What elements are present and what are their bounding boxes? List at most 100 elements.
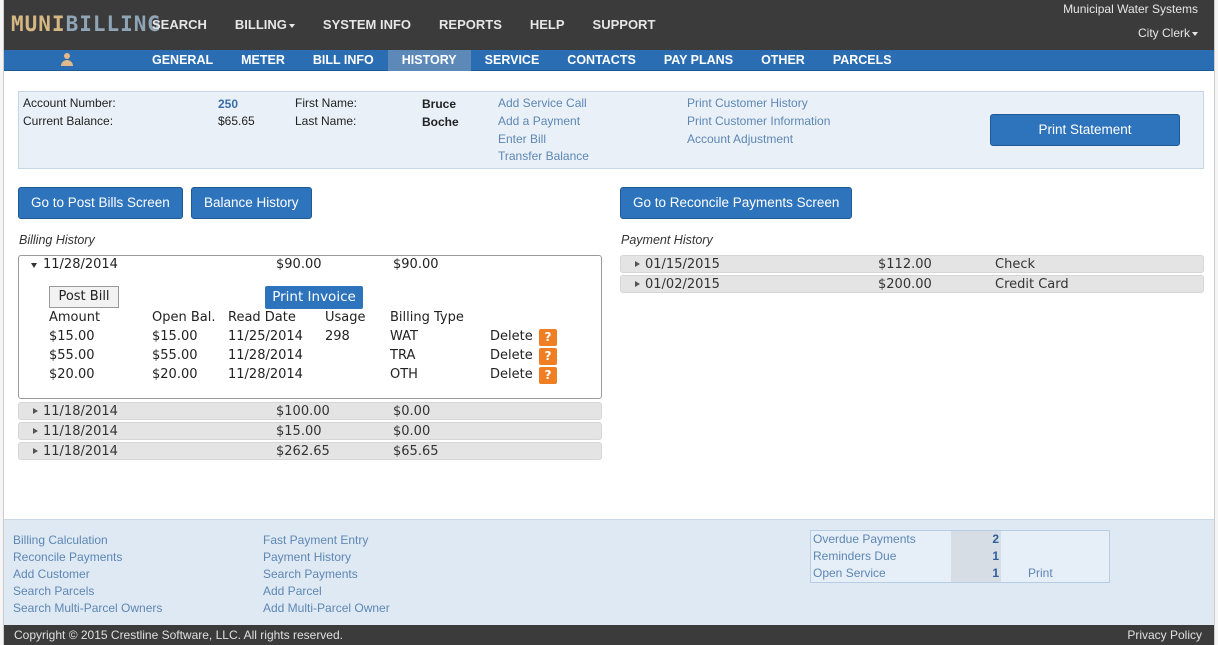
open-service-link[interactable]: Open Service	[813, 565, 886, 582]
help-icon[interactable]: ?	[539, 367, 557, 384]
triangle-right-icon	[33, 448, 38, 454]
delete-link[interactable]: Delete	[490, 329, 533, 344]
reconcile-payments-screen-button[interactable]: Go to Reconcile Payments Screen	[620, 187, 853, 219]
top-bar: MUNI BILLING SEARCH BILLING SYSTEM INFO R…	[4, 0, 1214, 50]
first-name-value: Bruce	[422, 97, 457, 111]
tab-parcels[interactable]: PARCELS	[819, 50, 906, 71]
row-open: $20.00	[152, 367, 198, 382]
billing-history: 11/28/2014 $90.00 $90.00 Post Bill Print…	[18, 255, 602, 460]
last-name-label: Last Name:	[295, 114, 357, 128]
nav-billing-label: BILLING	[234, 17, 287, 32]
open-service-print-link[interactable]: Print	[1028, 565, 1053, 582]
copyright-text: Copyright © 2015 Crestline Software, LLC…	[14, 628, 343, 642]
row-open: $15.00	[152, 329, 198, 344]
row-open: $55.00	[152, 348, 198, 363]
tab-meter[interactable]: METER	[227, 50, 299, 71]
col-billing-type: Billing Type	[390, 310, 464, 325]
search-multi-parcel-owners-link[interactable]: Search Multi-Parcel Owners	[13, 600, 162, 617]
add-payment-link[interactable]: Add a Payment	[498, 114, 580, 128]
row-amount: $20.00	[49, 367, 95, 382]
bill-amount: $90.00	[276, 257, 322, 272]
billing-entry-collapsed[interactable]: 11/18/2014 $262.65 $65.65	[18, 442, 602, 460]
add-service-call-link[interactable]: Add Service Call	[498, 96, 587, 110]
tab-service[interactable]: SERVICE	[471, 50, 554, 71]
balance-history-button[interactable]: Balance History	[191, 187, 312, 219]
reconcile-payments-link[interactable]: Reconcile Payments	[13, 549, 162, 566]
reminders-due-link[interactable]: Reminders Due	[813, 548, 896, 565]
bill-open: $90.00	[393, 257, 439, 272]
payment-date: 01/15/2015	[645, 257, 720, 272]
person-icon[interactable]	[60, 53, 74, 67]
add-multi-parcel-owner-link[interactable]: Add Multi-Parcel Owner	[263, 600, 390, 617]
add-customer-link[interactable]: Add Customer	[13, 566, 162, 583]
print-customer-information-link[interactable]: Print Customer Information	[687, 114, 830, 128]
payment-amount: $112.00	[878, 257, 932, 272]
row-read-date: 11/25/2014	[228, 329, 303, 344]
privacy-policy-link[interactable]: Privacy Policy	[1127, 625, 1202, 645]
col-amount: Amount	[49, 310, 101, 325]
stat-row: Open Service 1 Print	[811, 565, 1109, 582]
triangle-right-icon	[33, 408, 38, 414]
enter-bill-link[interactable]: Enter Bill	[498, 132, 546, 146]
delete-link[interactable]: Delete	[490, 367, 533, 382]
col-read-date: Read Date	[228, 310, 296, 325]
user-menu[interactable]: City Clerk	[1138, 26, 1198, 40]
org-name: Municipal Water Systems	[1063, 2, 1198, 16]
payment-history-link[interactable]: Payment History	[263, 549, 390, 566]
overdue-payments-link[interactable]: Overdue Payments	[813, 531, 916, 548]
bill-open: $65.65	[393, 444, 439, 459]
print-customer-history-link[interactable]: Print Customer History	[687, 96, 808, 110]
row-usage: 298	[325, 329, 350, 344]
tabs: GENERAL METER BILL INFO HISTORY SERVICE …	[138, 50, 906, 71]
billing-entry-collapsed[interactable]: 11/18/2014 $100.00 $0.00	[18, 402, 602, 420]
account-number-value[interactable]: 250	[218, 97, 238, 111]
tab-general[interactable]: GENERAL	[138, 50, 227, 71]
stat-row: Overdue Payments 2	[811, 531, 1109, 548]
payment-entry[interactable]: 01/02/2015 $200.00 Credit Card	[620, 275, 1204, 293]
overdue-payments-count: 2	[951, 531, 1001, 548]
account-panel: Account Number: 250 Current Balance: $65…	[18, 91, 1204, 169]
triangle-right-icon	[635, 261, 640, 267]
tab-other[interactable]: OTHER	[747, 50, 819, 71]
tab-contacts[interactable]: CONTACTS	[553, 50, 650, 71]
search-parcels-link[interactable]: Search Parcels	[13, 583, 162, 600]
nav-reports[interactable]: REPORTS	[425, 0, 516, 50]
nav-search[interactable]: SEARCH	[138, 0, 221, 50]
billing-entry-collapsed[interactable]: 11/18/2014 $15.00 $0.00	[18, 422, 602, 440]
nav-system-info[interactable]: SYSTEM INFO	[309, 0, 425, 50]
transfer-balance-link[interactable]: Transfer Balance	[498, 149, 589, 163]
post-bills-screen-button[interactable]: Go to Post Bills Screen	[18, 187, 183, 219]
tab-bill-info[interactable]: BILL INFO	[299, 50, 388, 71]
help-icon[interactable]: ?	[539, 348, 557, 365]
nav-billing[interactable]: BILLING	[221, 0, 309, 50]
caret-down-icon	[1192, 31, 1198, 36]
add-parcel-link[interactable]: Add Parcel	[263, 583, 390, 600]
payment-entry[interactable]: 01/15/2015 $112.00 Check	[620, 255, 1204, 273]
search-payments-link[interactable]: Search Payments	[263, 566, 390, 583]
billing-entry-header[interactable]: 11/28/2014 $90.00 $90.00	[19, 256, 601, 274]
account-adjustment-link[interactable]: Account Adjustment	[687, 132, 793, 146]
last-name-value: Boche	[422, 115, 459, 129]
current-balance-label: Current Balance:	[23, 114, 114, 128]
tab-pay-plans[interactable]: PAY PLANS	[650, 50, 747, 71]
help-icon[interactable]: ?	[539, 329, 557, 346]
triangle-down-icon	[31, 263, 37, 268]
tab-history[interactable]: HISTORY	[387, 50, 471, 71]
stat-row: Reminders Due 1	[811, 548, 1109, 565]
reminders-due-count: 1	[951, 548, 1001, 565]
tab-bar: GENERAL METER BILL INFO HISTORY SERVICE …	[4, 50, 1214, 71]
bill-amount: $100.00	[276, 404, 330, 419]
post-bill-button[interactable]: Post Bill	[49, 286, 119, 308]
print-statement-button[interactable]: Print Statement	[990, 114, 1180, 146]
fast-payment-entry-link[interactable]: Fast Payment Entry	[263, 532, 390, 549]
nav-help[interactable]: HELP	[516, 0, 579, 50]
billing-calculation-link[interactable]: Billing Calculation	[13, 532, 162, 549]
row-type: TRA	[390, 348, 416, 363]
row-amount: $15.00	[49, 329, 95, 344]
delete-link[interactable]: Delete	[490, 348, 533, 363]
nav-support[interactable]: SUPPORT	[579, 0, 670, 50]
print-invoice-button[interactable]: Print Invoice	[265, 286, 363, 309]
payment-date: 01/02/2015	[645, 277, 720, 292]
app-frame: MUNI BILLING SEARCH BILLING SYSTEM INFO R…	[3, 0, 1215, 645]
payment-method: Credit Card	[995, 277, 1069, 292]
